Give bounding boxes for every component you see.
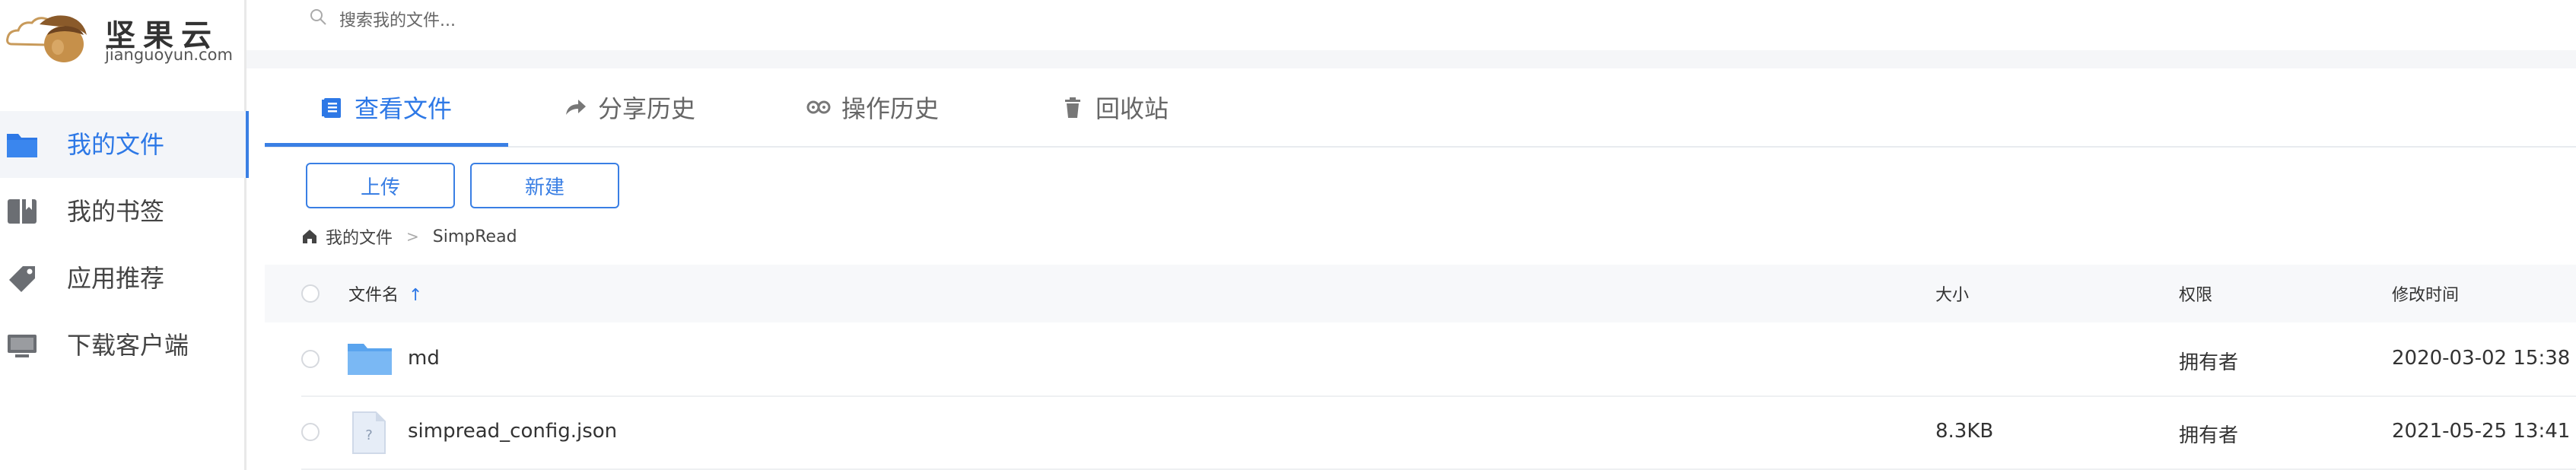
header-name-label: 文件名 bbox=[348, 286, 399, 305]
tab-operation-history[interactable]: 操作历史 bbox=[806, 68, 939, 146]
history-icon bbox=[806, 100, 831, 114]
tab-label: 查看文件 bbox=[355, 94, 453, 123]
sidebar-nav: 我的文件 我的书签 应用推荐 下载客户端 bbox=[0, 111, 249, 379]
sidebar-item-app-recommend[interactable]: 应用推荐 bbox=[0, 245, 246, 312]
tab-view-files[interactable]: 查看文件 bbox=[320, 68, 452, 146]
header-size: 大小 bbox=[1935, 286, 1970, 305]
breadcrumb-root[interactable]: 我的文件 bbox=[326, 224, 393, 249]
bookmark-icon bbox=[8, 199, 37, 224]
file-size: 8.3KB bbox=[1935, 420, 1994, 443]
tab-label: 回收站 bbox=[1096, 94, 1169, 123]
sidebar: 坚果云 jianguoyun.com 我的文件 我的书签 应用推荐 下载客户端 bbox=[0, 0, 249, 470]
brand-logo[interactable]: 坚果云 jianguoyun.com bbox=[5, 5, 233, 65]
upload-button[interactable]: 上传 bbox=[306, 163, 455, 208]
sidebar-item-my-files[interactable]: 我的文件 bbox=[0, 111, 249, 178]
document-icon bbox=[322, 98, 341, 118]
search-icon bbox=[310, 9, 326, 25]
folder-icon bbox=[7, 134, 37, 157]
breadcrumb-current: SimpRead bbox=[432, 227, 517, 246]
file-table-header: 文件名 ↑ 大小 权限 修改时间 bbox=[265, 265, 2576, 322]
share-arrow-icon bbox=[566, 100, 586, 115]
sort-ascending-icon[interactable]: ↑ bbox=[409, 286, 422, 305]
svg-text:?: ? bbox=[365, 427, 373, 443]
sidebar-item-label: 应用推荐 bbox=[67, 264, 165, 293]
header-file-name[interactable]: 文件名 ↑ bbox=[348, 281, 422, 306]
brand-domain: jianguoyun.com bbox=[105, 46, 233, 64]
file-modified: 2021-05-25 13:41 bbox=[2392, 420, 2571, 443]
file-permission: 拥有者 bbox=[2179, 424, 2239, 447]
tab-bar: 查看文件 分享历史 操作历史 回收站 bbox=[265, 68, 2576, 148]
file-name[interactable]: simpread_config.json bbox=[408, 420, 617, 443]
trash-icon bbox=[1065, 97, 1080, 118]
content-gap bbox=[246, 50, 2576, 68]
monitor-icon bbox=[8, 335, 37, 357]
unknown-file-icon: ? bbox=[352, 411, 386, 454]
table-row[interactable]: md 拥有者 2020-03-02 15:38 bbox=[301, 322, 2576, 397]
row-checkbox[interactable] bbox=[301, 350, 320, 368]
acorn-logo-icon bbox=[6, 15, 87, 62]
header-modified: 修改时间 bbox=[2392, 286, 2460, 305]
sidebar-item-label: 我的书签 bbox=[67, 197, 165, 226]
select-all-checkbox[interactable] bbox=[301, 284, 320, 303]
home-icon bbox=[303, 230, 316, 243]
main-panel: 查看文件 分享历史 操作历史 回收站 上传 新建 我的文件 > SimpRead… bbox=[265, 68, 2576, 470]
search-input[interactable] bbox=[338, 5, 873, 37]
tab-recycle-bin[interactable]: 回收站 bbox=[1061, 68, 1169, 146]
sidebar-item-download-client[interactable]: 下载客户端 bbox=[0, 312, 246, 379]
breadcrumb: 我的文件 > SimpRead bbox=[301, 224, 517, 249]
file-modified: 2020-03-02 15:38 bbox=[2392, 347, 2571, 370]
row-checkbox[interactable] bbox=[301, 423, 320, 441]
top-bar bbox=[246, 0, 2576, 52]
sidebar-item-label: 我的文件 bbox=[67, 130, 165, 159]
file-permission: 拥有者 bbox=[2179, 351, 2239, 374]
folder-icon bbox=[348, 344, 392, 375]
new-button[interactable]: 新建 bbox=[470, 163, 619, 208]
breadcrumb-separator: > bbox=[406, 227, 419, 246]
active-tab-indicator bbox=[265, 143, 508, 147]
sidebar-item-bookmarks[interactable]: 我的书签 bbox=[0, 178, 246, 245]
tab-label: 操作历史 bbox=[841, 94, 940, 123]
tab-label: 分享历史 bbox=[598, 94, 696, 123]
tag-icon bbox=[9, 266, 35, 292]
file-name[interactable]: md bbox=[408, 347, 440, 370]
header-permission: 权限 bbox=[2179, 286, 2213, 305]
table-row[interactable]: ? simpread_config.json 8.3KB 拥有者 2021-05… bbox=[301, 395, 2576, 470]
tab-share-history[interactable]: 分享历史 bbox=[563, 68, 695, 146]
sidebar-item-label: 下载客户端 bbox=[67, 331, 189, 360]
